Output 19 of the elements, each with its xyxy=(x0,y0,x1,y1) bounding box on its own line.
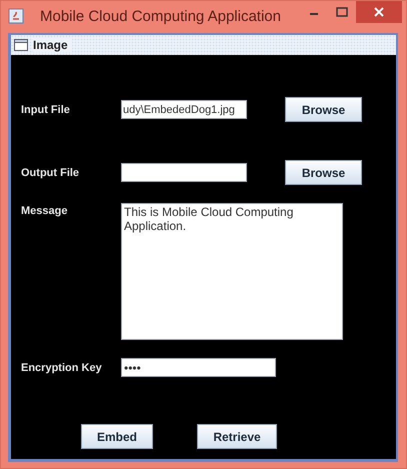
action-button[interactable]: Retrieve xyxy=(197,424,277,449)
close-button[interactable] xyxy=(356,1,402,23)
app-icon xyxy=(8,8,24,24)
window-title: Mobile Cloud Computing Application xyxy=(40,8,282,24)
action-button[interactable]: Embed xyxy=(81,424,153,449)
window-icon xyxy=(14,39,28,51)
field-label: Encryption Key xyxy=(21,362,103,376)
file-path-field[interactable]: udy\EmbededDog1.jpg xyxy=(121,100,247,119)
browse-button[interactable]: Browse xyxy=(285,160,362,185)
file-path-field[interactable] xyxy=(121,163,247,182)
message-field[interactable]: This is Mobile Cloud Computing Application. xyxy=(121,203,343,340)
field-label: Output File xyxy=(21,167,80,181)
field-label: Message xyxy=(21,205,68,219)
key-field[interactable]: •••• xyxy=(121,358,276,377)
close-icon xyxy=(374,7,384,17)
browse-button[interactable]: Browse xyxy=(285,97,362,122)
field-label: Input File xyxy=(21,104,71,118)
maximize-button[interactable] xyxy=(336,7,348,17)
frame-title: Image xyxy=(33,38,72,52)
